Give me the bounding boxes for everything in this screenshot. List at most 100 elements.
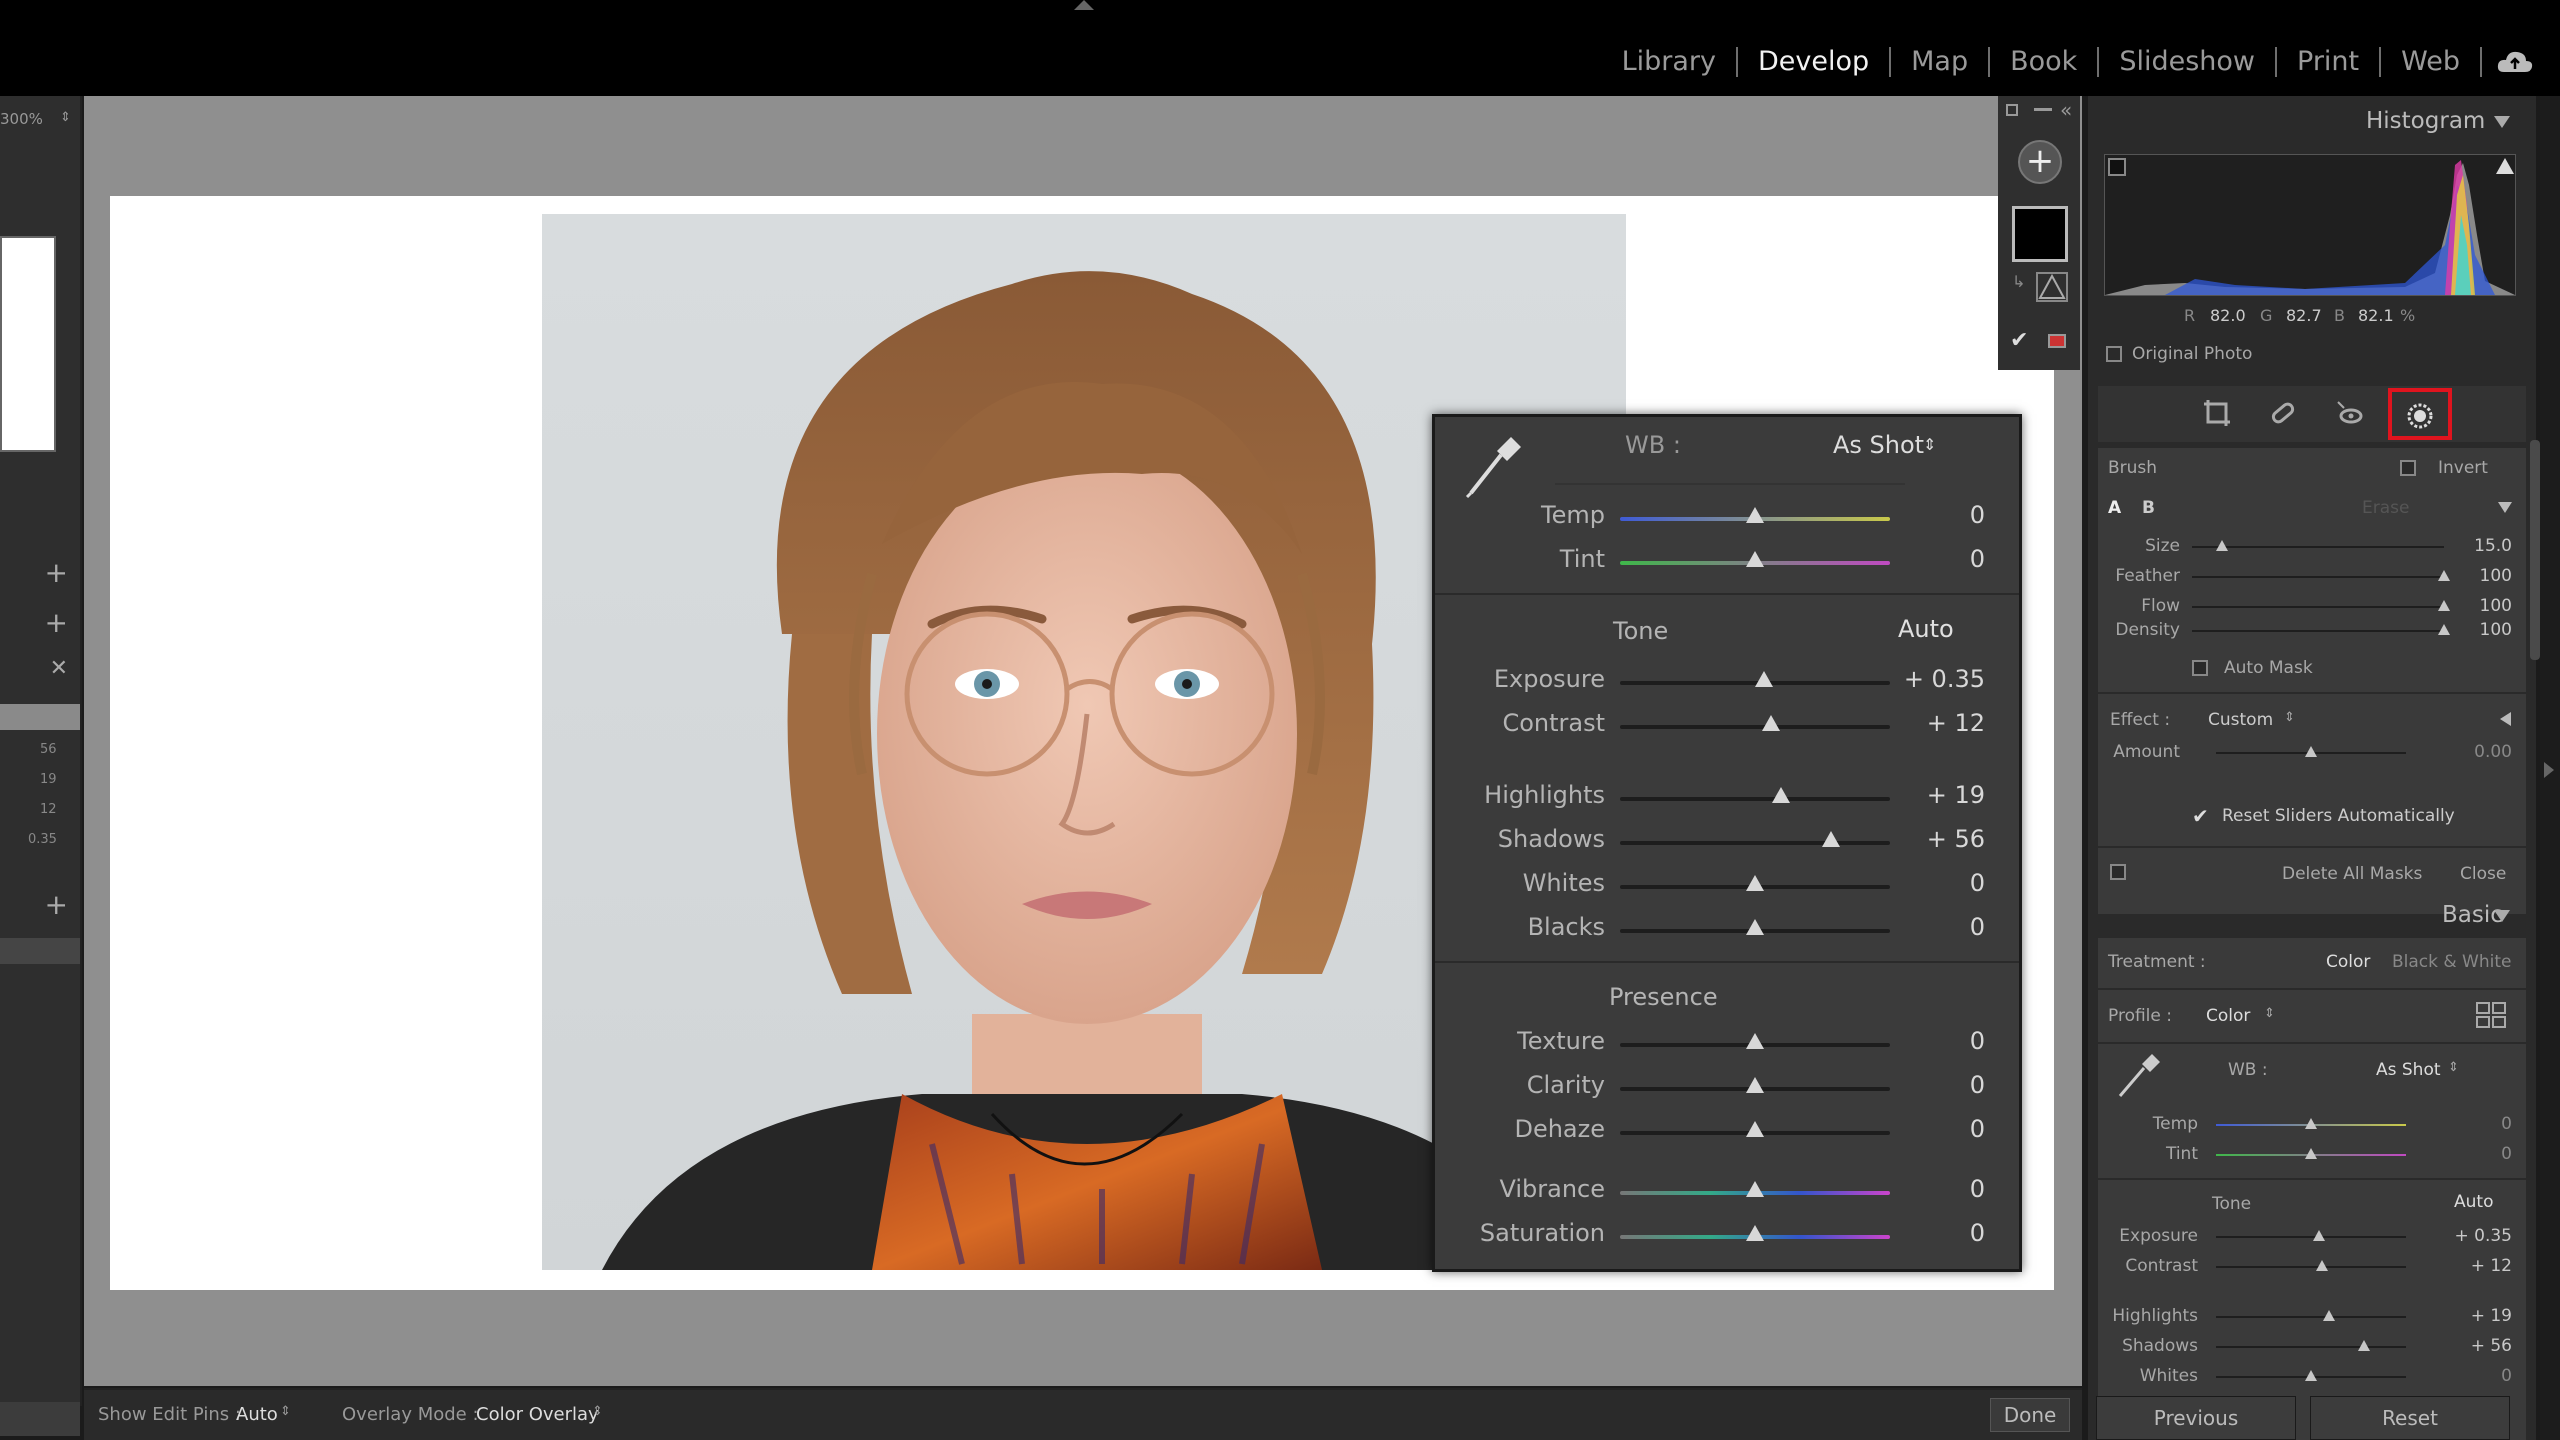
- previous-button[interactable]: Previous: [2096, 1396, 2296, 1440]
- basic-shadows-slider-thumb[interactable]: [2358, 1340, 2371, 1351]
- profile-browser-icon[interactable]: [2476, 1002, 2506, 1028]
- shadows-slider-track[interactable]: [1620, 841, 1890, 845]
- treatment-bw-button[interactable]: Black & White: [2392, 952, 2512, 972]
- reset-sliders-check-icon[interactable]: ✔: [2192, 804, 2209, 828]
- right-panel-scrollbar[interactable]: [2530, 440, 2540, 660]
- density-value[interactable]: 100: [2442, 620, 2512, 640]
- profile-select[interactable]: Color: [2206, 1006, 2250, 1026]
- brush-a-tab[interactable]: A: [2108, 498, 2121, 518]
- size-value[interactable]: 15.0: [2442, 536, 2512, 556]
- vibrance-value[interactable]: 0: [1865, 1175, 1985, 1203]
- histogram-title[interactable]: Histogram: [2366, 108, 2485, 134]
- module-book[interactable]: Book: [1990, 40, 2097, 84]
- done-button[interactable]: Done: [1990, 1398, 2070, 1432]
- module-library[interactable]: Library: [1602, 40, 1736, 84]
- add-mask-icon[interactable]: +: [2018, 140, 2062, 184]
- amount-slider-thumb[interactable]: [2305, 746, 2317, 757]
- basic-wb-select[interactable]: As Shot: [2376, 1060, 2441, 1080]
- module-print[interactable]: Print: [2277, 40, 2379, 84]
- left-row-collections[interactable]: +: [0, 888, 80, 924]
- basic-highlights-value[interactable]: + 19: [2442, 1306, 2512, 1326]
- wb-select-stepper-icon[interactable]: ⇕: [1923, 435, 1936, 454]
- size-slider-thumb[interactable]: [2216, 540, 2229, 551]
- basic-exposure-value[interactable]: + 0.35: [2442, 1226, 2513, 1246]
- left-row-snapshots[interactable]: +: [0, 606, 80, 642]
- auto-mask-checkbox[interactable]: [2192, 660, 2208, 676]
- temp-value[interactable]: 0: [1865, 501, 1985, 529]
- mask-toggle-checkbox[interactable]: [2110, 864, 2126, 880]
- dehaze-slider-thumb[interactable]: [1746, 1121, 1764, 1137]
- tone-auto-button[interactable]: Auto: [1898, 615, 1954, 643]
- minimize-icon[interactable]: [2034, 108, 2052, 111]
- highlights-slider-track[interactable]: [1620, 797, 1890, 801]
- size-slider-track[interactable]: [2192, 546, 2444, 548]
- flow-slider-track[interactable]: [2192, 606, 2444, 608]
- brush-erase-tab[interactable]: Erase: [2362, 498, 2409, 518]
- healing-icon[interactable]: [2268, 398, 2298, 428]
- highlight-clipping-icon[interactable]: [2496, 158, 2514, 174]
- collection-row[interactable]: [0, 938, 80, 964]
- show-edit-pins-select[interactable]: Auto: [236, 1404, 278, 1425]
- whites-value[interactable]: 0: [1865, 869, 1985, 897]
- basic-whites-slider-thumb[interactable]: [2305, 1370, 2317, 1381]
- highlights-value[interactable]: + 19: [1865, 781, 1985, 809]
- red-eye-icon[interactable]: [2334, 398, 2364, 428]
- overlay-mode-select[interactable]: Color Overlay: [476, 1404, 599, 1425]
- blacks-value[interactable]: 0: [1865, 913, 1985, 941]
- effect-expand-icon[interactable]: [2500, 712, 2511, 726]
- crop-icon[interactable]: [2202, 398, 2232, 428]
- window-icon[interactable]: [2006, 104, 2018, 116]
- navigator-preview[interactable]: [0, 236, 56, 452]
- tint-slider-thumb[interactable]: [1746, 551, 1764, 567]
- collapse-icon[interactable]: «: [2060, 98, 2072, 122]
- shadow-clipping-icon[interactable]: [2108, 158, 2126, 176]
- density-slider-track[interactable]: [2192, 630, 2444, 632]
- basic-wb-stepper-icon[interactable]: ⇕: [2448, 1060, 2459, 1075]
- feather-value[interactable]: 100: [2442, 566, 2512, 586]
- overlay-mode-stepper-icon[interactable]: ⇕: [592, 1404, 603, 1419]
- cloud-icon[interactable]: [2496, 48, 2534, 76]
- module-slideshow[interactable]: Slideshow: [2099, 40, 2275, 84]
- original-photo-checkbox[interactable]: [2106, 346, 2122, 362]
- show-edit-pins-stepper-icon[interactable]: ⇕: [280, 1404, 291, 1419]
- mask-thumbnail[interactable]: [2012, 206, 2068, 262]
- basic-whites-value[interactable]: 0: [2442, 1366, 2512, 1386]
- basic-collapse-icon[interactable]: [2494, 910, 2510, 922]
- wb-eyedropper-icon[interactable]: [1457, 431, 1527, 501]
- invert-checkbox[interactable]: [2400, 460, 2416, 476]
- basic-temp-value[interactable]: 0: [2442, 1114, 2512, 1134]
- overlay-color-icon[interactable]: [2048, 334, 2066, 348]
- copy-button[interactable]: [0, 1402, 80, 1436]
- amount-value[interactable]: 0.00: [2442, 742, 2512, 762]
- exposure-value[interactable]: + 0.35: [1865, 665, 1985, 693]
- brush-options-icon[interactable]: [2498, 502, 2512, 513]
- mask-warning-icon[interactable]: [2036, 272, 2068, 302]
- right-panel-toggle-icon[interactable]: [2544, 762, 2554, 778]
- basic-shadows-slider-track[interactable]: [2216, 1346, 2406, 1348]
- shadows-slider-thumb[interactable]: [1821, 831, 1840, 847]
- basic-exposure-slider-track[interactable]: [2216, 1236, 2406, 1238]
- texture-slider-thumb[interactable]: [1746, 1033, 1764, 1049]
- history-selected-row[interactable]: [0, 704, 80, 730]
- basic-contrast-slider-track[interactable]: [2216, 1266, 2406, 1268]
- saturation-value[interactable]: 0: [1865, 1219, 1985, 1247]
- treatment-color-button[interactable]: Color: [2326, 952, 2370, 972]
- texture-value[interactable]: 0: [1865, 1027, 1985, 1055]
- basic-tint-value[interactable]: 0: [2442, 1144, 2512, 1164]
- basic-tint-slider-thumb[interactable]: [2305, 1148, 2317, 1159]
- basic-highlights-slider-thumb[interactable]: [2323, 1310, 2336, 1321]
- collapse-top-icon[interactable]: [1074, 0, 1094, 10]
- left-row-presets[interactable]: +: [0, 556, 80, 592]
- add-collection-icon[interactable]: +: [45, 888, 68, 921]
- histogram-graph[interactable]: [2104, 154, 2516, 296]
- left-row-history[interactable]: ✕: [0, 656, 80, 692]
- masking-icon[interactable]: [2406, 402, 2434, 430]
- basic-contrast-value[interactable]: + 12: [2442, 1256, 2512, 1276]
- effect-select[interactable]: Custom: [2208, 710, 2273, 730]
- mask-link-icon[interactable]: ↳: [2012, 272, 2025, 291]
- add-snapshot-icon[interactable]: +: [45, 606, 68, 639]
- module-develop[interactable]: Develop: [1738, 40, 1889, 84]
- basic-temp-slider-thumb[interactable]: [2305, 1118, 2317, 1129]
- navigator-zoom[interactable]: 300%: [0, 110, 43, 128]
- tint-value[interactable]: 0: [1865, 545, 1985, 573]
